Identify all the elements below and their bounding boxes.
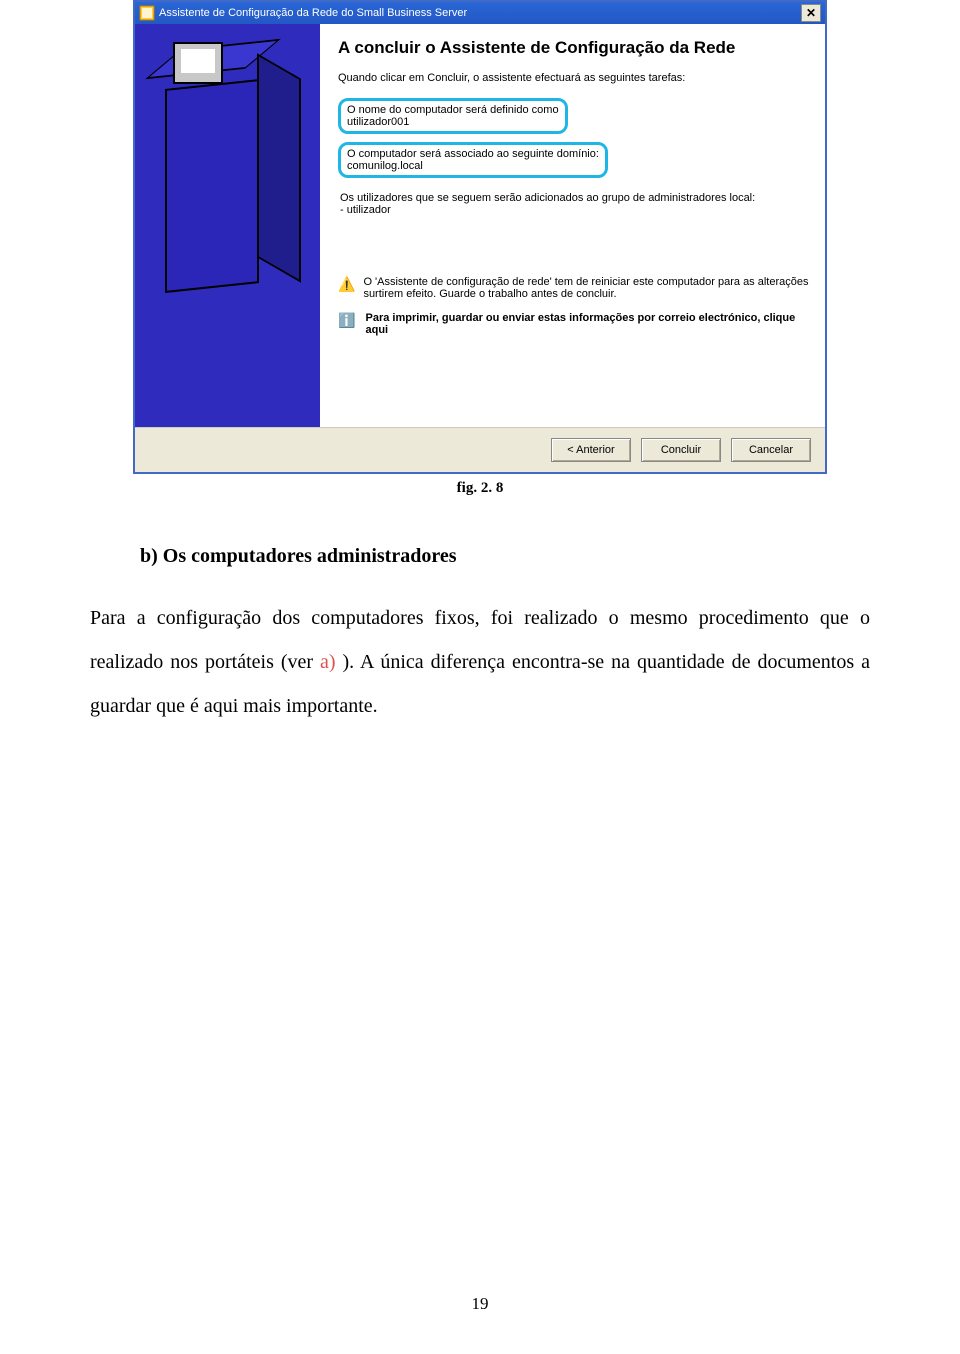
task2-line1: O computador será associado ao seguinte … — [347, 148, 599, 160]
finish-label: Concluir — [661, 444, 701, 456]
wizard-side-panel — [135, 24, 320, 427]
wizard-heading: A concluir o Assistente de Configuração … — [338, 38, 809, 58]
wizard-body: A concluir o Assistente de Configuração … — [135, 24, 825, 427]
task3-line1: Os utilizadores que se seguem serão adic… — [340, 192, 755, 204]
window-title: Assistente de Configuração da Rede do Sm… — [159, 7, 467, 19]
back-label: < Anterior — [567, 444, 614, 456]
task-admins: Os utilizadores que se seguem serão adic… — [338, 188, 809, 216]
task-computer-name: O nome do computador será definido como … — [338, 98, 568, 134]
restart-warning: ⚠️ O 'Assistente de configuração de rede… — [338, 276, 809, 300]
warning-icon: ⚠️ — [338, 276, 355, 293]
finish-button[interactable]: Concluir — [641, 438, 721, 462]
task1-line2: utilizador001 — [347, 116, 409, 128]
page-number: 19 — [0, 1294, 960, 1314]
section-paragraph: Para a configuração dos computadores fix… — [90, 596, 870, 728]
info-icon: ℹ️ — [338, 312, 357, 329]
close-icon: ✕ — [806, 7, 816, 19]
task3-line2: - utilizador — [340, 204, 391, 216]
task1-line1: O nome do computador será definido como — [347, 104, 559, 116]
task-domain: O computador será associado ao seguinte … — [338, 142, 608, 178]
wizard-window: Assistente de Configuração da Rede do Sm… — [133, 0, 827, 474]
para-ref: a) — [320, 651, 336, 673]
wizard-intro: Quando clicar em Concluir, o assistente … — [338, 72, 809, 84]
wizard-main-panel: A concluir o Assistente de Configuração … — [320, 24, 825, 427]
server-illustration — [165, 54, 295, 304]
app-icon — [139, 5, 155, 21]
button-bar: < Anterior Concluir Cancelar — [135, 427, 825, 472]
cancel-label: Cancelar — [749, 444, 793, 456]
warning-text: O 'Assistente de configuração de rede' t… — [363, 276, 809, 300]
back-button[interactable]: < Anterior — [551, 438, 631, 462]
task2-line2: comunilog.local — [347, 160, 423, 172]
close-button[interactable]: ✕ — [801, 4, 821, 22]
info-text: Para imprimir, guardar ou enviar estas i… — [365, 312, 809, 336]
figure-label: fig. 2. 8 — [457, 480, 504, 496]
info-link[interactable]: ℹ️ Para imprimir, guardar ou enviar esta… — [338, 312, 809, 336]
title-bar: Assistente de Configuração da Rede do Sm… — [135, 2, 825, 24]
figure-caption: fig. 2. 8 — [0, 480, 960, 497]
cancel-button[interactable]: Cancelar — [731, 438, 811, 462]
section-heading: b) Os computadores administradores — [140, 545, 960, 568]
